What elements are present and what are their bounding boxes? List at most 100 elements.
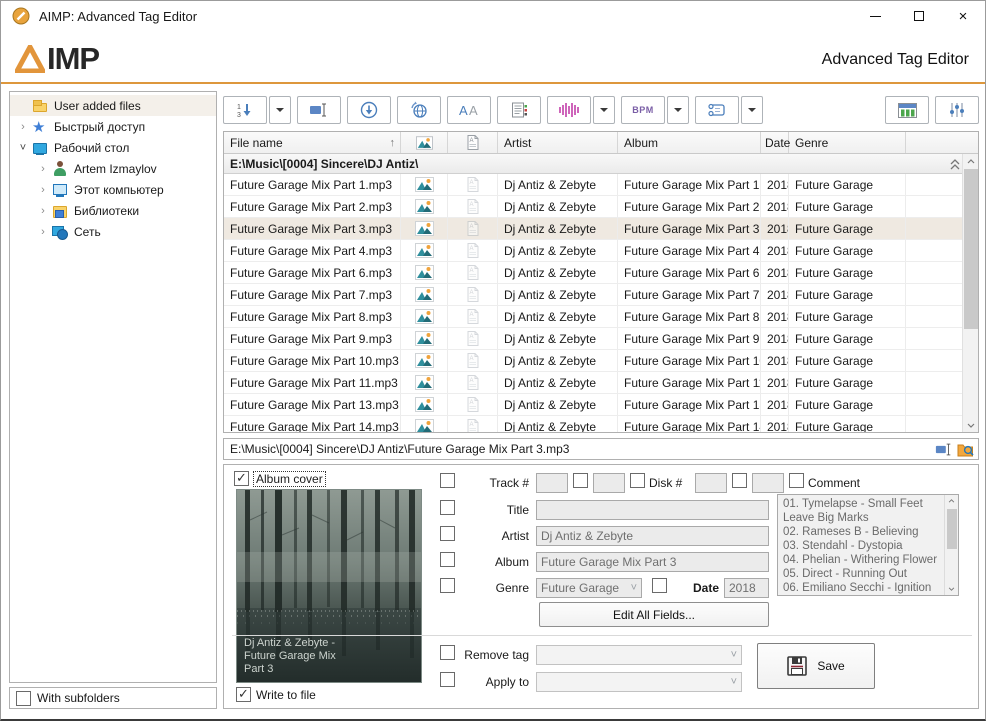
column-header-genre[interactable]: Genre	[789, 132, 906, 153]
bpm-button[interactable]: BPM	[621, 96, 665, 124]
remove-tag-select[interactable]: ˅	[536, 645, 742, 665]
column-header-album[interactable]: Album	[618, 132, 761, 153]
comment-tracklist-box[interactable]: 01. Tymelapse - Small Feet Leave Big Mar…	[777, 494, 959, 596]
genre-value: Future Garage	[541, 581, 619, 595]
maximize-button[interactable]	[897, 1, 941, 31]
album-cover-image[interactable]: Dj Antiz & Zebyte - Future Garage Mix Pa…	[236, 489, 422, 683]
cell-artist: Dj Antiz & Zebyte	[498, 350, 618, 371]
column-header-artist[interactable]: Artist	[498, 132, 618, 153]
column-header-file-name[interactable]: File name ↑	[224, 132, 401, 153]
sidebar-tree-item[interactable]: › Библиотеки	[10, 200, 216, 221]
tree-expander-icon[interactable]: ›	[34, 184, 52, 196]
disk-field-checkbox[interactable]	[630, 473, 645, 488]
sidebar-tree-item[interactable]: › Быстрый доступ	[10, 116, 216, 137]
cell-album: Future Garage Mix Part 13	[618, 394, 761, 415]
waveform-dropdown-button[interactable]	[593, 96, 615, 124]
lyrics-button[interactable]	[497, 96, 541, 124]
title-input[interactable]	[536, 500, 769, 520]
sort-button[interactable]: 1 3	[223, 96, 267, 124]
sort-icon: 1 3	[235, 102, 255, 118]
date-field-checkbox[interactable]	[652, 578, 667, 593]
bpm-dropdown-button[interactable]	[667, 96, 689, 124]
tree-expander-icon[interactable]: ˅	[14, 142, 32, 154]
column-header-lyrics[interactable]: A	[448, 132, 498, 153]
sidebar-tree-item[interactable]: › Artem Izmaylov	[10, 158, 216, 179]
title-field-checkbox[interactable]	[440, 500, 455, 515]
tree-expander-icon[interactable]: ›	[34, 163, 52, 175]
table-row[interactable]: Future Garage Mix Part 6.mp3 A Dj Antiz …	[224, 262, 964, 284]
track-field-checkbox[interactable]	[440, 473, 455, 488]
table-row[interactable]: Future Garage Mix Part 14.mp3 A Dj Antiz…	[224, 416, 964, 433]
comment-scrollbar[interactable]	[944, 495, 958, 595]
internet-info-button[interactable]	[397, 96, 441, 124]
table-row[interactable]: Future Garage Mix Part 2.mp3 A Dj Antiz …	[224, 196, 964, 218]
table-row[interactable]: Future Garage Mix Part 10.mp3 A Dj Antiz…	[224, 350, 964, 372]
track-total-input[interactable]	[593, 473, 625, 493]
sidebar-tree-item[interactable]: › Сеть	[10, 221, 216, 242]
cover-caption-line2: Future Garage Mix	[244, 650, 336, 663]
waveform-button[interactable]	[547, 96, 591, 124]
tree-expander-icon[interactable]: ›	[34, 226, 52, 238]
apply-to-select[interactable]: ˅	[536, 672, 742, 692]
rename-button[interactable]	[297, 96, 341, 124]
comment-checkbox[interactable]	[789, 473, 804, 488]
scroll-down-arrow-icon[interactable]	[963, 418, 979, 432]
comment-scroll-thumb[interactable]	[947, 509, 957, 549]
collapse-group-icon[interactable]	[950, 159, 960, 170]
disk-number-input[interactable]	[695, 473, 727, 493]
table-row[interactable]: Future Garage Mix Part 1.mp3 A Dj Antiz …	[224, 174, 964, 196]
table-row[interactable]: Future Garage Mix Part 4.mp3 A Dj Antiz …	[224, 240, 964, 262]
scroll-up-arrow-icon[interactable]	[963, 154, 979, 168]
scroll-thumb[interactable]	[964, 169, 978, 329]
rename-file-icon[interactable]	[935, 442, 953, 457]
save-button[interactable]: Save	[757, 643, 875, 689]
scripts-button[interactable]	[695, 96, 739, 124]
table-row[interactable]: Future Garage Mix Part 13.mp3 A Dj Antiz…	[224, 394, 964, 416]
artist-input[interactable]: Dj Antiz & Zebyte	[536, 526, 769, 546]
sidebar-tree-item[interactable]: › Этот компьютер	[10, 179, 216, 200]
track-total-checkbox[interactable]	[573, 473, 588, 488]
locate-file-icon[interactable]	[957, 442, 974, 457]
sidebar-tree-item[interactable]: ˅ Рабочий стол	[10, 137, 216, 158]
tree-expander-icon[interactable]: ›	[34, 205, 52, 217]
column-header-date[interactable]: Date	[761, 132, 789, 153]
with-subfolders-checkbox[interactable]	[16, 691, 31, 706]
table-row[interactable]: Future Garage Mix Part 8.mp3 A Dj Antiz …	[224, 306, 964, 328]
table-scrollbar[interactable]	[962, 154, 978, 432]
write-to-file-checkbox[interactable]	[236, 687, 251, 702]
sidebar-tree-item[interactable]: User added files	[10, 95, 216, 116]
cell-artist: Dj Antiz & Zebyte	[498, 262, 618, 283]
toolbar: 1 3	[223, 96, 979, 124]
scripts-dropdown-button[interactable]	[741, 96, 763, 124]
table-row[interactable]: Future Garage Mix Part 11.mp3 A Dj Antiz…	[224, 372, 964, 394]
chevron-down-icon: ˅	[731, 676, 737, 688]
table-row[interactable]: Future Garage Mix Part 7.mp3 A Dj Antiz …	[224, 284, 964, 306]
tree-expander-icon[interactable]: ›	[14, 121, 32, 133]
disk-total-checkbox[interactable]	[732, 473, 747, 488]
table-row[interactable]: Future Garage Mix Part 9.mp3 A Dj Antiz …	[224, 328, 964, 350]
column-header-cover[interactable]	[401, 132, 448, 153]
sort-dropdown-button[interactable]	[269, 96, 291, 124]
table-row[interactable]: Future Garage Mix Part 3.mp3 A Dj Antiz …	[224, 218, 964, 240]
close-button[interactable]: ×	[941, 1, 985, 31]
album-field-checkbox[interactable]	[440, 552, 455, 567]
genre-select[interactable]: Future Garage ˅	[536, 578, 642, 598]
date-input[interactable]: 2018	[724, 578, 769, 598]
album-cover-checkbox[interactable]	[234, 471, 249, 486]
minimize-button[interactable]	[853, 1, 897, 31]
autofill-button[interactable]	[347, 96, 391, 124]
comment-label: Comment	[808, 476, 860, 490]
edit-all-fields-button[interactable]: Edit All Fields...	[539, 602, 769, 627]
columns-button[interactable]	[885, 96, 929, 124]
group-row[interactable]: E:\Music\[0004] Sincere\DJ Antiz\	[224, 154, 964, 174]
options-button[interactable]	[935, 96, 979, 124]
track-number-input[interactable]	[536, 473, 568, 493]
cell-genre: Future Garage	[789, 328, 906, 349]
comment-scroll-down-icon[interactable]	[945, 583, 958, 595]
letter-case-button[interactable]: A A	[447, 96, 491, 124]
artist-field-checkbox[interactable]	[440, 526, 455, 541]
album-input[interactable]: Future Garage Mix Part 3	[536, 552, 769, 572]
genre-field-checkbox[interactable]	[440, 578, 455, 593]
disk-total-input[interactable]	[752, 473, 784, 493]
comment-scroll-up-icon[interactable]	[945, 495, 958, 507]
